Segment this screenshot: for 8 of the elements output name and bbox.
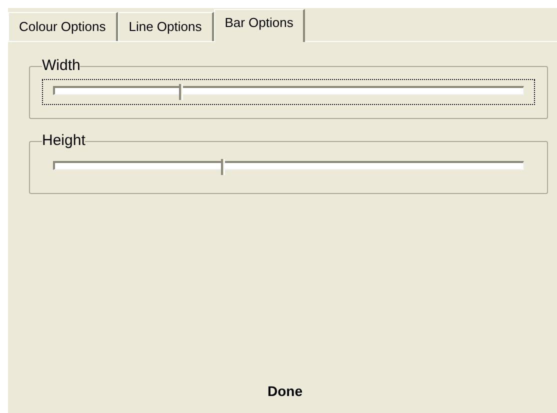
tab[interactable]: Line Options [118, 12, 214, 41]
slider[interactable] [42, 79, 535, 105]
group-label: Height [42, 132, 86, 150]
status-text: Done [268, 382, 302, 401]
tab[interactable]: Bar Options [214, 9, 306, 42]
slider-thumb[interactable] [179, 84, 184, 100]
slider-thumb[interactable] [220, 159, 225, 175]
tab[interactable]: Colour Options [8, 12, 118, 41]
